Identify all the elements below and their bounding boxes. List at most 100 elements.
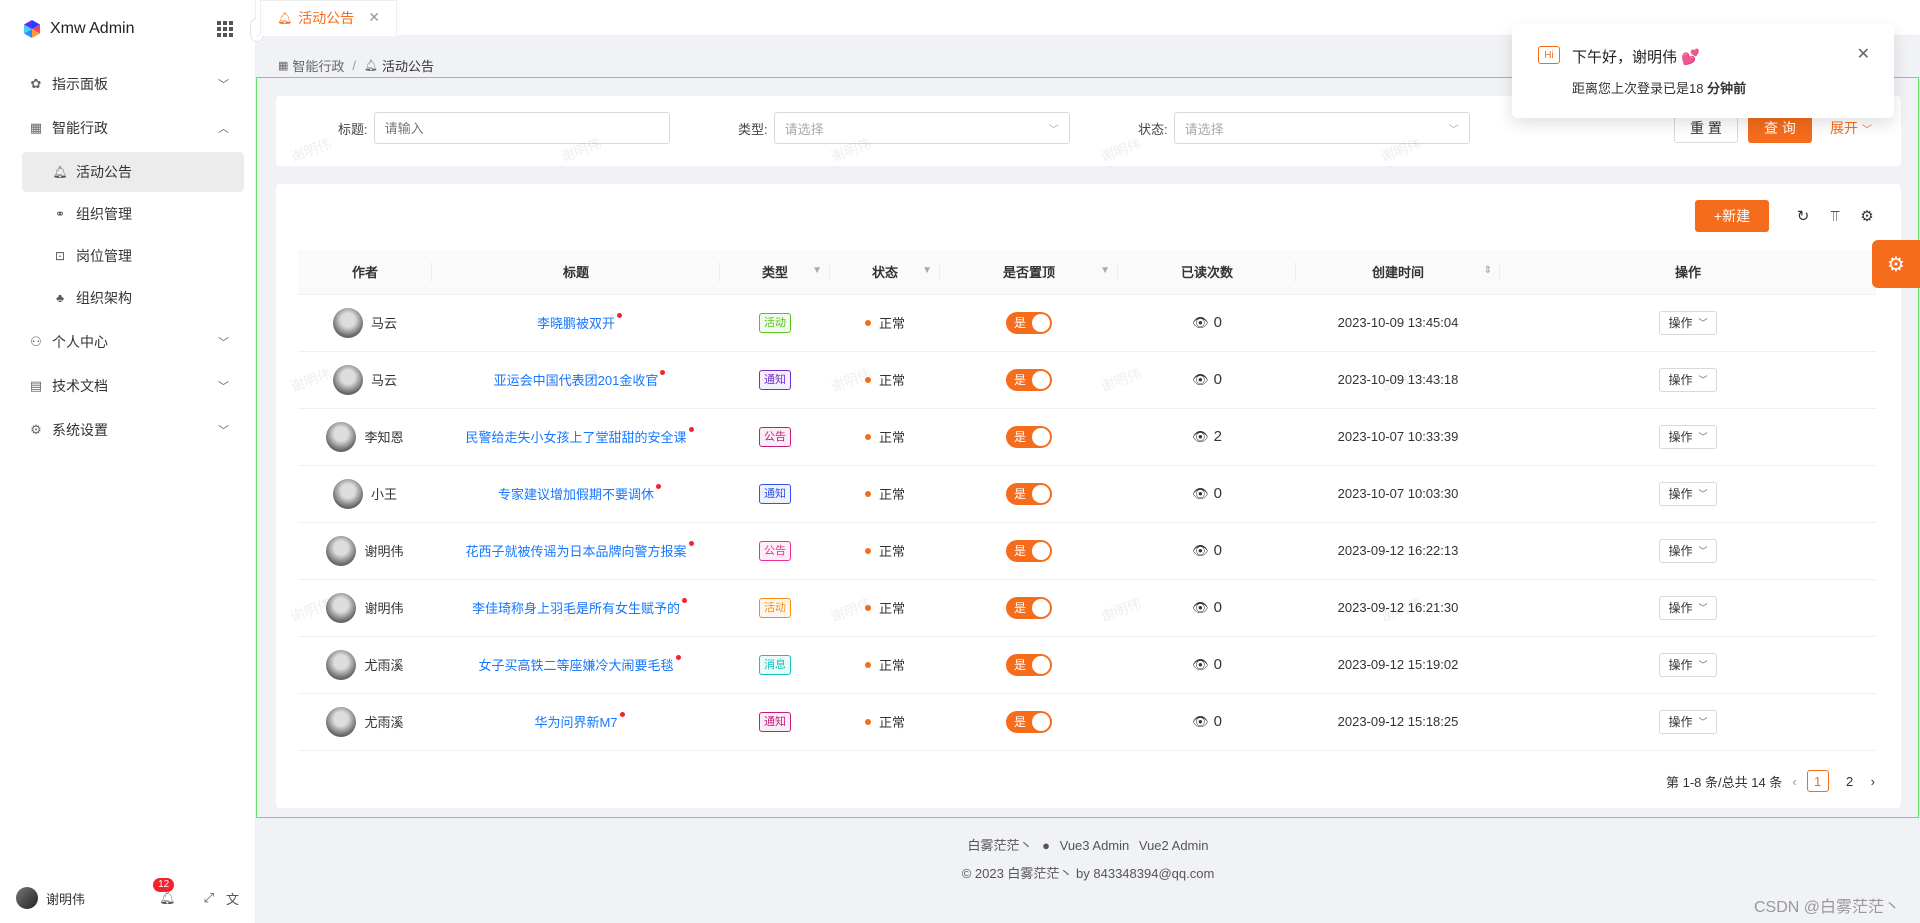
sidebar-item-label: 组织管理 <box>76 206 132 222</box>
pinned-switch-label: 是 <box>1014 430 1027 444</box>
created-time: 2023-09-12 15:19:02 <box>1337 657 1459 672</box>
breadcrumb-item[interactable]: 智能行政 <box>292 56 344 75</box>
cell-created: 2023-09-12 16:21:30 <box>1296 579 1500 637</box>
status-field-label: 状态: <box>1138 121 1168 137</box>
author-name: 马云 <box>370 373 397 388</box>
sidebar-item-admin[interactable]: ▦ 智能行政 ︿ <box>0 106 255 150</box>
pinned-switch[interactable]: 是 <box>1006 425 1052 448</box>
prev-page-icon[interactable]: ‹ <box>1792 774 1796 789</box>
table-row: 谢明伟 李佳琦称身上羽毛是所有女生赋予的 活动 正常 是 👁︎ 0 2023-09-12 16… <box>298 579 1876 637</box>
actions-dropdown[interactable]: 操作 ﹀ <box>1659 595 1717 620</box>
breadcrumb-separator: / <box>352 58 357 73</box>
title-link[interactable]: 女子买高铁二等座嫌冷大闹要毛毯 <box>478 655 681 673</box>
sidebar-item-settings[interactable]: ⚙ 系统设置 ﹀ <box>0 408 255 452</box>
title-input-wrapper <box>373 112 670 144</box>
actions-dropdown[interactable]: 操作 ﹀ <box>1659 367 1717 392</box>
apps-grid-icon[interactable] <box>217 21 233 37</box>
title-link[interactable]: 李佳琦称身上羽毛是所有女生赋予的 <box>471 598 687 616</box>
title-link[interactable]: 李晓鹏被双开 <box>537 313 622 331</box>
title-input[interactable] <box>384 120 659 136</box>
sidebar-item-announcements[interactable]: 🔔︎ 活动公告 <box>22 152 244 192</box>
actions-label: 操作 <box>1668 544 1693 558</box>
actions-dropdown[interactable]: 操作 ﹀ <box>1659 538 1717 563</box>
author-name: 小王 <box>370 487 397 502</box>
sidebar-item-docs[interactable]: ▤ 技术文档 ﹀ <box>0 364 255 408</box>
sidebar-item-organization[interactable]: ⚭ 组织管理 <box>22 194 244 234</box>
unread-dot <box>675 655 681 660</box>
user-avatar[interactable] <box>16 887 38 909</box>
page-1[interactable]: 1 <box>1806 770 1829 792</box>
close-icon[interactable]: ✕ <box>1857 44 1870 64</box>
tab-announcements[interactable]: 🔔︎ 活动公告 ✕ <box>260 0 397 36</box>
sort-icon[interactable]: ⇕ <box>1484 265 1492 276</box>
cell-pinned: 是 <box>940 579 1118 637</box>
author-name: 李知恩 <box>364 430 404 445</box>
cell-reads: 👁︎ 0 <box>1118 579 1296 637</box>
read-count: 0 <box>1213 371 1222 388</box>
title-link[interactable]: 亚运会中国代表团201金收官 <box>494 370 666 388</box>
unread-dot <box>688 427 694 432</box>
pinned-switch[interactable]: 是 <box>1006 482 1052 505</box>
github-icon[interactable]: ● <box>1042 838 1050 853</box>
chevron-down-icon: ﹀ <box>218 337 229 349</box>
cell-author: 谢明伟 <box>298 579 432 637</box>
chevron-down-icon: ﹀ <box>1698 717 1708 727</box>
actions-dropdown[interactable]: 操作 ﹀ <box>1659 310 1717 335</box>
actions-dropdown[interactable]: 操作 ﹀ <box>1659 481 1717 506</box>
footer-link-vue3[interactable]: Vue3 Admin <box>1060 838 1130 853</box>
chevron-down-icon: ﹀ <box>1448 124 1459 136</box>
refresh-icon[interactable]: ↻ <box>1793 207 1813 225</box>
close-icon[interactable]: ✕ <box>368 9 380 26</box>
title-link[interactable]: 民警给走失小女孩上了堂甜甜的安全课 <box>465 427 694 445</box>
theme-settings-button[interactable]: ⚙ <box>1872 240 1920 288</box>
pinned-switch[interactable]: 是 <box>1006 596 1052 619</box>
filter-icon[interactable]: ▼ <box>812 265 822 276</box>
cell-reads: 👁︎ 0 <box>1118 294 1296 352</box>
pinned-switch-label: 是 <box>1014 316 1027 330</box>
pinned-switch[interactable]: 是 <box>1006 368 1052 391</box>
pinned-switch[interactable]: 是 <box>1006 710 1052 733</box>
footer-link-vue2[interactable]: Vue2 Admin <box>1139 838 1209 853</box>
sidebar-item-dashboard[interactable]: ✿ 指示面板 ﹀ <box>0 62 255 106</box>
actions-dropdown[interactable]: 操作 ﹀ <box>1659 709 1717 734</box>
cell-status: 正常 <box>830 522 940 580</box>
next-page-icon[interactable]: › <box>1871 774 1875 789</box>
fullscreen-icon[interactable]: ⤢ <box>204 890 214 906</box>
table-row: 小王 专家建议增加假期不要调休 通知 正常 是 👁︎ 0 2023-10-07 10:03:3… <box>298 465 1876 523</box>
actions-dropdown[interactable]: 操作 ﹀ <box>1659 424 1717 449</box>
notification-bell-icon[interactable]: 🔔︎ 12 <box>153 878 176 906</box>
filter-icon[interactable]: ▼ <box>922 265 932 276</box>
pinned-switch[interactable]: 是 <box>1006 653 1052 676</box>
read-count: 2 <box>1213 428 1222 445</box>
chevron-up-icon: ︿ <box>218 123 229 135</box>
page-2[interactable]: 2 <box>1839 770 1861 792</box>
pinned-switch[interactable]: 是 <box>1006 311 1052 334</box>
status-select[interactable]: 请选择 ﹀ <box>1173 112 1470 144</box>
column-height-icon[interactable]: ⫪ <box>1825 208 1845 225</box>
filter-icon[interactable]: ▼ <box>1100 265 1110 276</box>
author-name: 尤雨溪 <box>364 715 404 730</box>
created-time: 2023-10-07 10:03:30 <box>1337 486 1459 501</box>
new-button[interactable]: +新建 <box>1695 200 1769 232</box>
eye-icon: 👁︎ <box>1192 314 1209 330</box>
hi-icon: Hi <box>1538 46 1560 64</box>
title-text: 李佳琦称身上羽毛是所有女生赋予的 <box>471 601 680 616</box>
sidebar-item-org-chart[interactable]: ♣ 组织架构 <box>22 278 244 318</box>
chevron-down-icon: ﹀ <box>218 425 229 437</box>
cell-reads: 👁︎ 0 <box>1118 522 1296 580</box>
col-reads: 已读次数 <box>1118 250 1296 295</box>
title-link[interactable]: 花西子就被传谣为日本品牌向警方报案 <box>465 541 694 559</box>
title-link[interactable]: 专家建议增加假期不要调休 <box>498 484 661 502</box>
cell-created: 2023-10-09 13:45:04 <box>1296 294 1500 352</box>
actions-dropdown[interactable]: 操作 ﹀ <box>1659 652 1717 677</box>
pinned-switch[interactable]: 是 <box>1006 539 1052 562</box>
sidebar-item-positions[interactable]: ⊡ 岗位管理 <box>22 236 244 276</box>
settings-icon[interactable]: ⚙ <box>1857 207 1877 225</box>
user-name[interactable]: 谢明伟 <box>46 889 159 908</box>
title-link[interactable]: 华为问界新M7 <box>534 712 625 730</box>
eye-icon: 👁︎ <box>1192 428 1209 444</box>
translate-icon[interactable]: 文 <box>226 889 239 908</box>
sidebar-item-profile[interactable]: ⚇ 个人中心 ﹀ <box>0 320 255 364</box>
cell-author: 小王 <box>298 465 432 523</box>
type-select[interactable]: 请选择 ﹀ <box>773 112 1070 144</box>
